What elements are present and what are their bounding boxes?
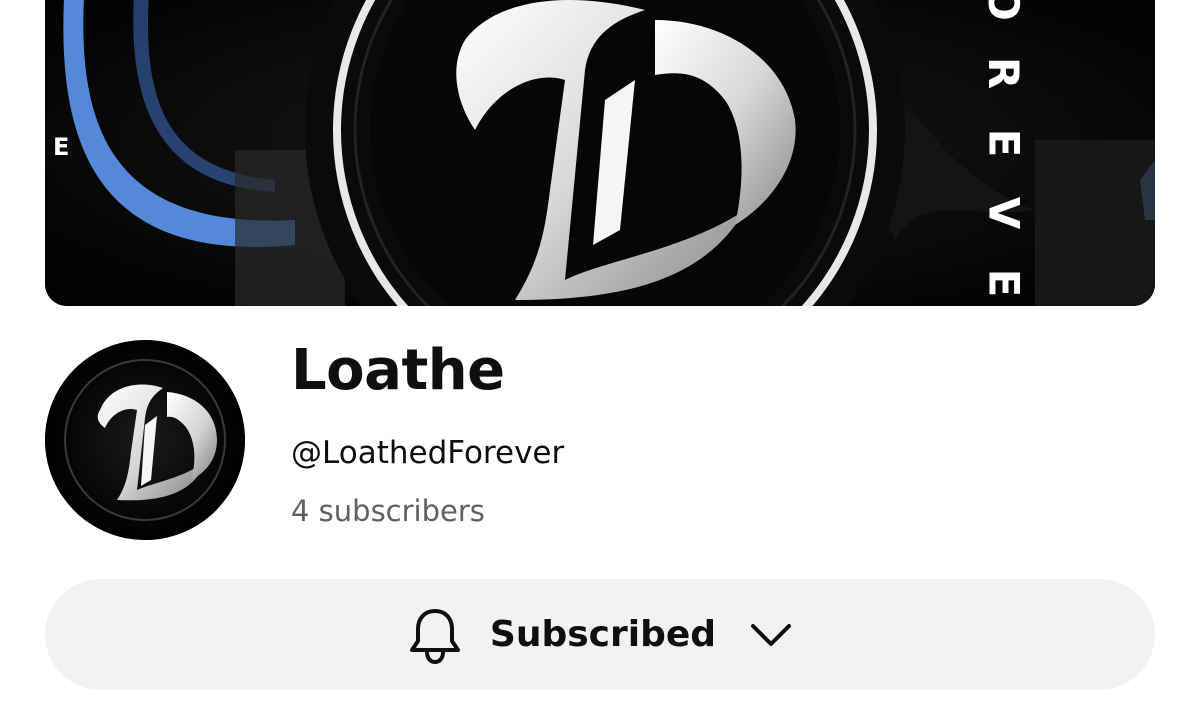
channel-banner: E O R E V E: [45, 0, 1155, 306]
banner-left-letter: E: [53, 133, 70, 161]
subscriber-count: 4 subscribers: [291, 494, 485, 528]
subscribed-button[interactable]: Subscribed: [45, 579, 1155, 690]
banner-vertical-letter: V: [978, 196, 1028, 230]
banner-vertical-letter: E: [978, 268, 1028, 298]
avatar-logo-icon: [45, 340, 245, 540]
channel-name: Loathe: [291, 338, 505, 403]
subscribed-label: Subscribed: [489, 614, 717, 655]
bell-icon: [408, 605, 462, 665]
banner-vertical-letter: O: [979, 0, 1028, 21]
channel-avatar[interactable]: [45, 340, 245, 540]
banner-vertical-letter: E: [978, 128, 1028, 158]
banner-vertical-letter: R: [979, 56, 1028, 90]
channel-handle: @LoathedForever: [291, 435, 565, 471]
chevron-down-icon: [750, 622, 792, 648]
banner-vertical-text: O R E V E: [973, 0, 1029, 306]
